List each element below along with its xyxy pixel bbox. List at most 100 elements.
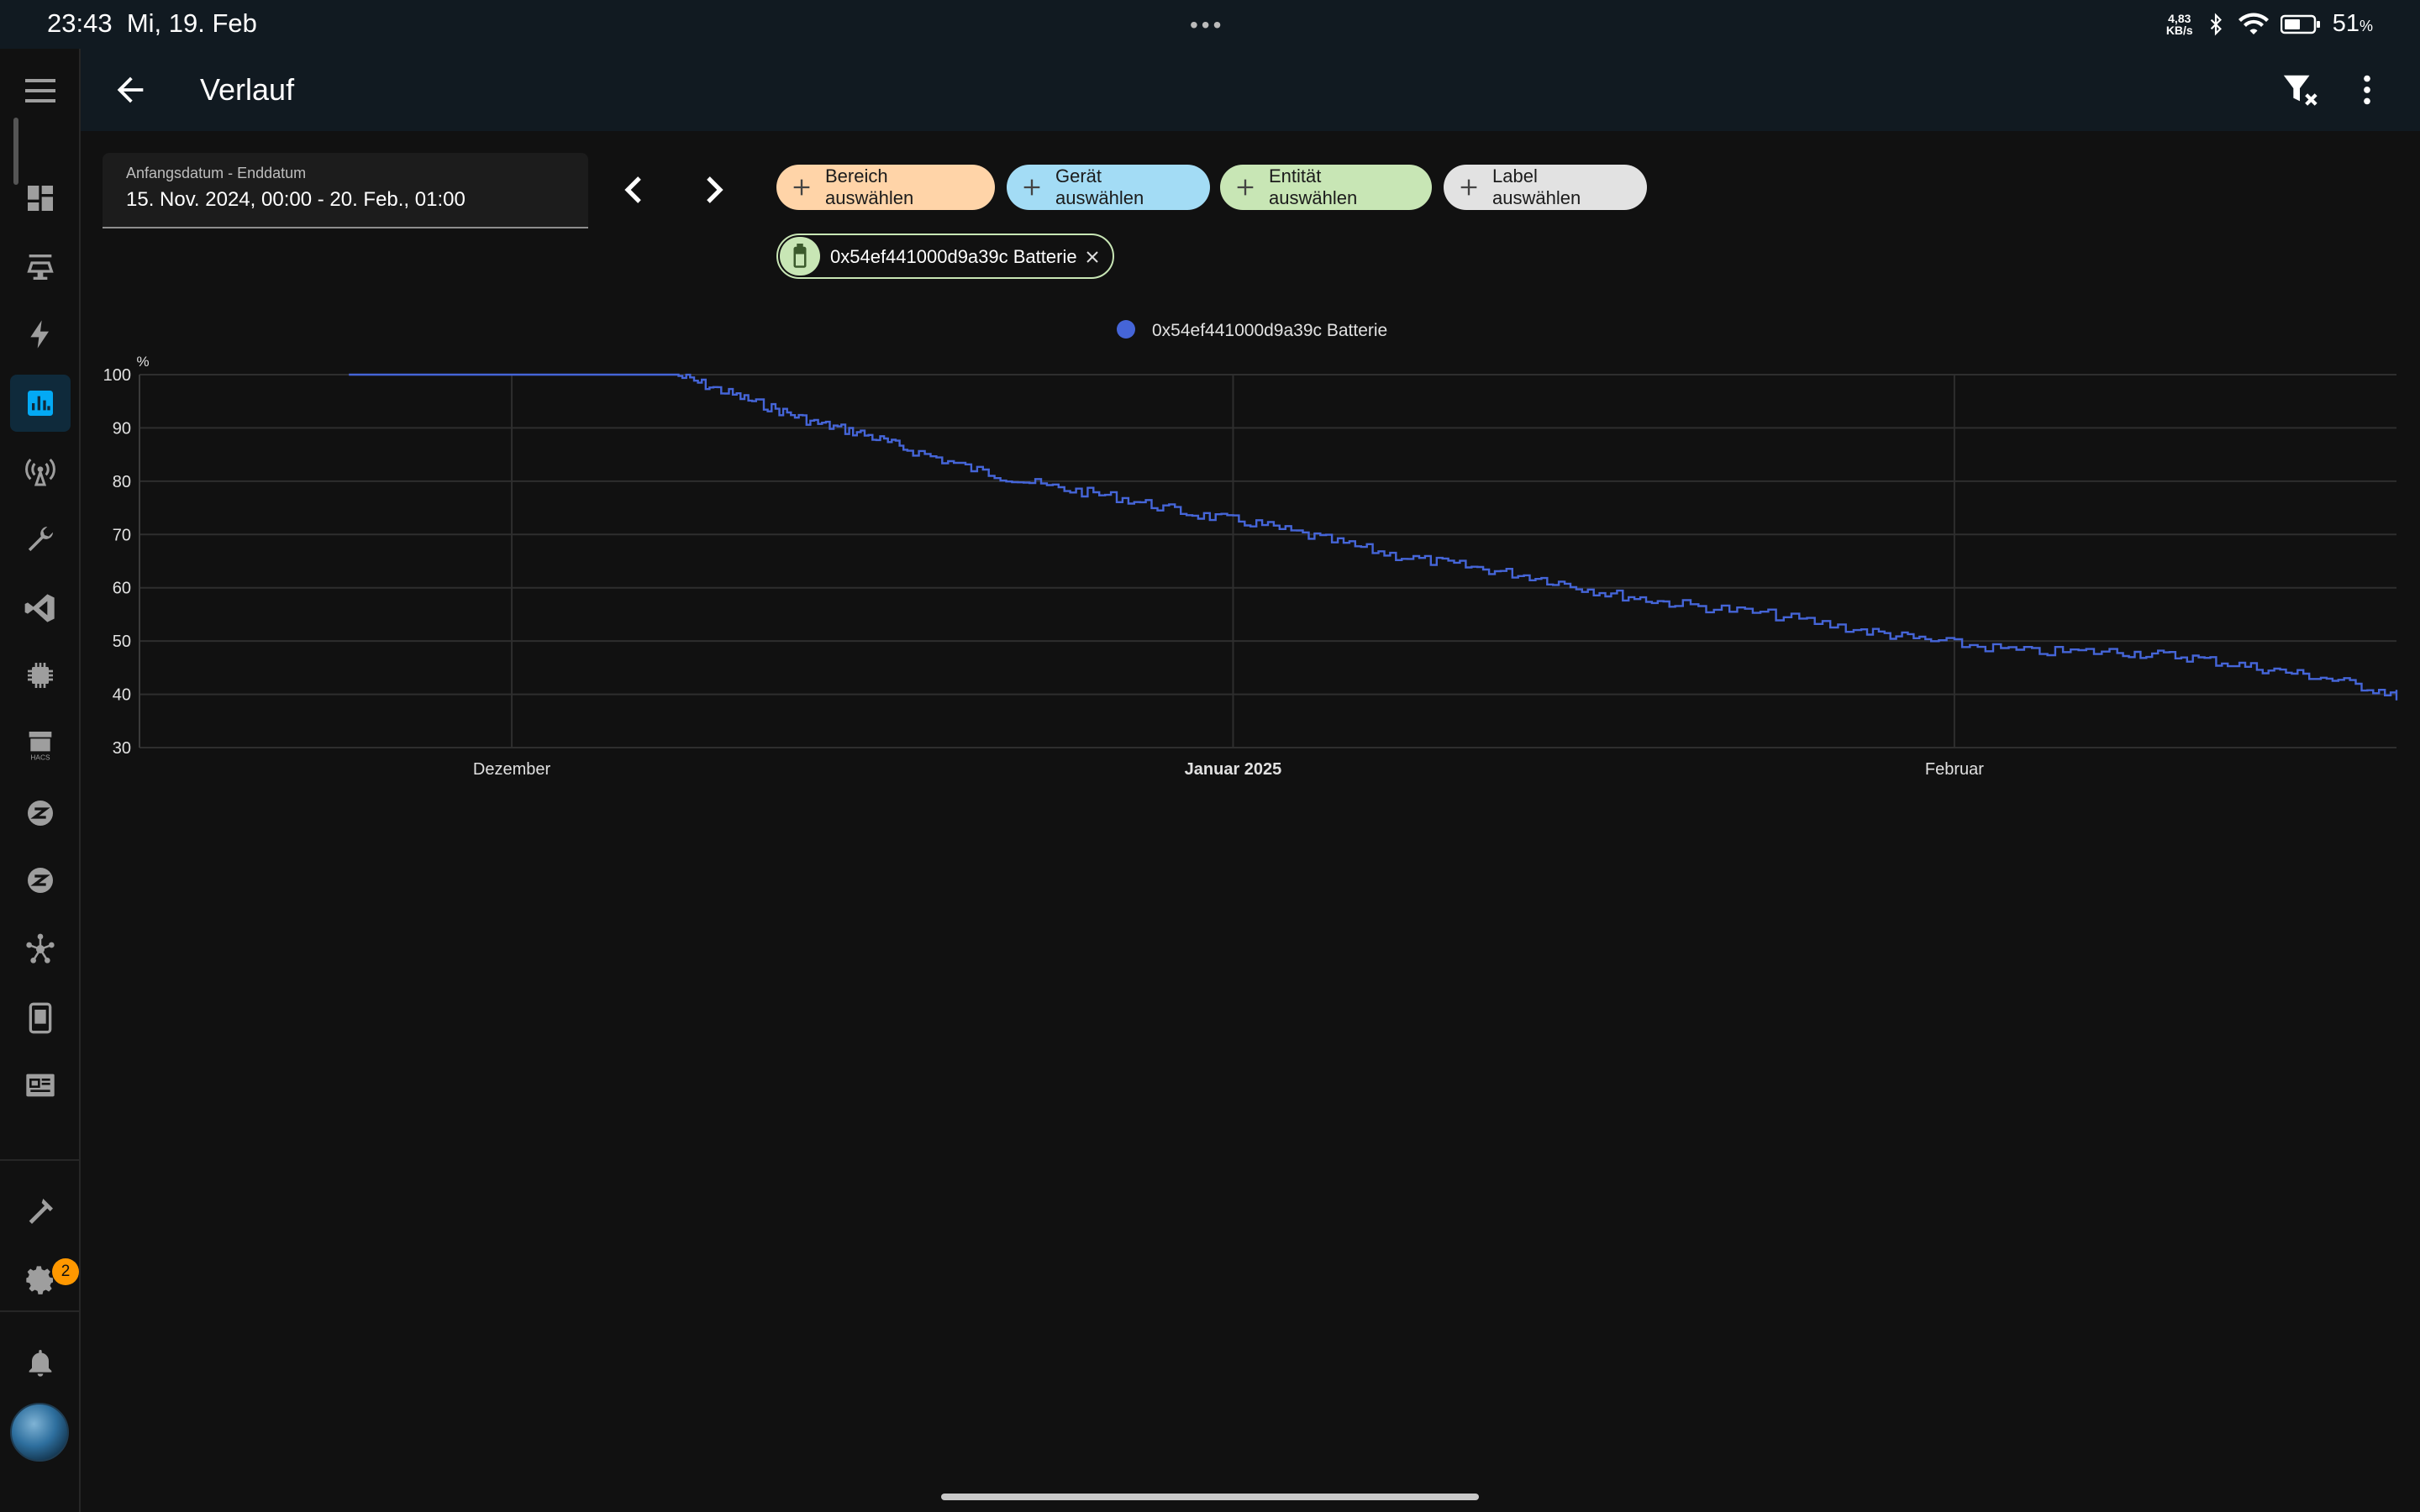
sidebar-item-zwave-2[interactable] bbox=[10, 852, 71, 909]
app-header: Verlauf bbox=[81, 49, 2420, 131]
sidebar-item-tools[interactable] bbox=[10, 511, 71, 568]
data-point bbox=[1604, 592, 1607, 595]
add-area-label: Bereich auswählen bbox=[825, 165, 914, 208]
data-point bbox=[1186, 512, 1188, 514]
settings-badge: 2 bbox=[52, 1258, 79, 1285]
y-tick-label: 80 bbox=[113, 473, 131, 491]
y-tick-label: 30 bbox=[113, 739, 131, 758]
chart-box-icon bbox=[28, 391, 53, 416]
data-point bbox=[1674, 602, 1676, 605]
data-point bbox=[1116, 496, 1118, 498]
home-indicator[interactable] bbox=[941, 1494, 1479, 1500]
data-point bbox=[2396, 698, 2398, 701]
sidebar-item-hacs[interactable]: HACS bbox=[10, 716, 71, 773]
sidebar-item-network[interactable] bbox=[10, 921, 71, 978]
wifi-icon bbox=[2238, 13, 2269, 34]
add-device-label: Gerät auswählen bbox=[1055, 165, 1144, 208]
data-point bbox=[1325, 538, 1328, 541]
menu-icon[interactable] bbox=[20, 71, 60, 111]
battery-icon bbox=[780, 237, 820, 276]
sidebar-item-zigbee[interactable] bbox=[10, 444, 71, 501]
sidebar-item-tablet[interactable] bbox=[10, 990, 71, 1047]
x-tick-label: Februar bbox=[1925, 760, 1984, 779]
data-point bbox=[1860, 629, 1863, 632]
sidebar-item-developer-tools[interactable] bbox=[10, 1183, 71, 1240]
data-point bbox=[906, 448, 908, 450]
data-point bbox=[1767, 613, 1770, 616]
data-point bbox=[2396, 693, 2398, 696]
y-tick-label: 100 bbox=[103, 366, 131, 385]
data-point bbox=[2186, 656, 2188, 659]
add-area-chip[interactable]: Bereich auswählen bbox=[776, 165, 995, 210]
multitask-dots-icon[interactable]: ••• bbox=[1190, 12, 1224, 39]
sidebar-item-dashboard[interactable] bbox=[10, 170, 71, 227]
filter-remove-icon[interactable] bbox=[2281, 71, 2319, 109]
bluetooth-icon bbox=[2210, 13, 2222, 35]
add-entity-chip[interactable]: Entität auswählen bbox=[1220, 165, 1432, 210]
sidebar-divider bbox=[0, 1310, 79, 1312]
z-wave-icon bbox=[28, 868, 53, 893]
chip-icon bbox=[28, 663, 53, 688]
newspaper-icon bbox=[26, 1074, 55, 1097]
battery-status-icon bbox=[2280, 14, 2320, 34]
add-device-chip[interactable]: Gerät auswählen bbox=[1007, 165, 1210, 210]
bell-icon bbox=[29, 1350, 52, 1377]
sidebar-item-logbook[interactable] bbox=[10, 1057, 71, 1114]
data-point bbox=[976, 470, 978, 472]
data-point bbox=[1045, 486, 1048, 488]
hammer-icon bbox=[29, 1199, 53, 1224]
x-tick-label: Januar 2025 bbox=[1185, 760, 1282, 779]
data-point bbox=[1930, 640, 1933, 643]
data-point bbox=[860, 432, 862, 434]
chevron-right-icon[interactable] bbox=[691, 166, 738, 213]
add-label-label: Label auswählen bbox=[1492, 165, 1581, 208]
legend-marker bbox=[1117, 320, 1135, 339]
date-range-value: 15. Nov. 2024, 00:00 - 20. Feb., 01:00 bbox=[126, 188, 466, 211]
plus-icon bbox=[1237, 179, 1254, 196]
sidebar-item-vscode[interactable] bbox=[10, 580, 71, 637]
status-icons: 4,83 KB/s 51% bbox=[2166, 10, 2373, 38]
tablet-icon bbox=[29, 1002, 52, 1034]
data-point bbox=[1534, 576, 1537, 579]
data-point bbox=[1465, 565, 1467, 568]
x-tick-label: Dezember bbox=[473, 760, 551, 779]
sidebar-divider bbox=[0, 1159, 79, 1161]
y-unit-label: % bbox=[136, 354, 149, 370]
sidebar-item-energy[interactable] bbox=[10, 306, 71, 363]
battery-percent: 51% bbox=[2332, 10, 2373, 37]
close-icon[interactable] bbox=[1082, 247, 1102, 267]
view-dashboard-icon bbox=[28, 186, 53, 211]
sidebar-item-zwave-1[interactable] bbox=[10, 785, 71, 842]
network-speed: 4,83 KB/s bbox=[2165, 11, 2193, 37]
date-range-picker[interactable]: Anfangsdatum - Enddatum 15. Nov. 2024, 0… bbox=[103, 153, 588, 228]
selected-entity-name: 0x54ef441000d9a39c Batterie bbox=[830, 246, 1077, 267]
y-tick-label: 50 bbox=[113, 633, 131, 651]
selected-entity-chip[interactable]: 0x54ef441000d9a39c Batterie bbox=[776, 234, 1114, 279]
sidebar-item-energy-overview[interactable] bbox=[10, 239, 71, 296]
y-tick-label: 40 bbox=[113, 686, 131, 705]
sidebar-item-settings[interactable]: 2 bbox=[10, 1252, 79, 1309]
data-point bbox=[348, 374, 350, 376]
dots-vertical-icon[interactable] bbox=[2348, 71, 2386, 109]
lightning-bolt-icon bbox=[30, 320, 49, 349]
arrow-left-icon[interactable] bbox=[111, 71, 150, 109]
sidebar-item-esphome[interactable] bbox=[10, 647, 71, 704]
avatar[interactable] bbox=[10, 1403, 69, 1462]
plus-icon bbox=[1460, 179, 1477, 196]
sidebar-item-history[interactable] bbox=[10, 375, 71, 432]
plus-icon bbox=[793, 179, 810, 196]
chevron-left-icon[interactable] bbox=[610, 166, 657, 213]
sidebar-item-notifications[interactable] bbox=[10, 1334, 71, 1391]
data-point bbox=[813, 422, 816, 424]
svg-text:HACS: HACS bbox=[30, 753, 50, 761]
add-label-chip[interactable]: Label auswählen bbox=[1444, 165, 1647, 210]
data-point bbox=[2325, 677, 2328, 680]
plus-icon bbox=[1023, 179, 1040, 196]
y-tick-label: 90 bbox=[113, 419, 131, 438]
data-point bbox=[2116, 650, 2118, 653]
series-line bbox=[349, 373, 2398, 701]
graph-icon bbox=[26, 933, 55, 963]
history-chart[interactable]: 0x54ef441000d9a39c Batterie% 100 90 80 70 60 5… bbox=[81, 302, 2420, 790]
vscode-icon bbox=[24, 594, 55, 622]
data-point bbox=[1395, 554, 1397, 557]
